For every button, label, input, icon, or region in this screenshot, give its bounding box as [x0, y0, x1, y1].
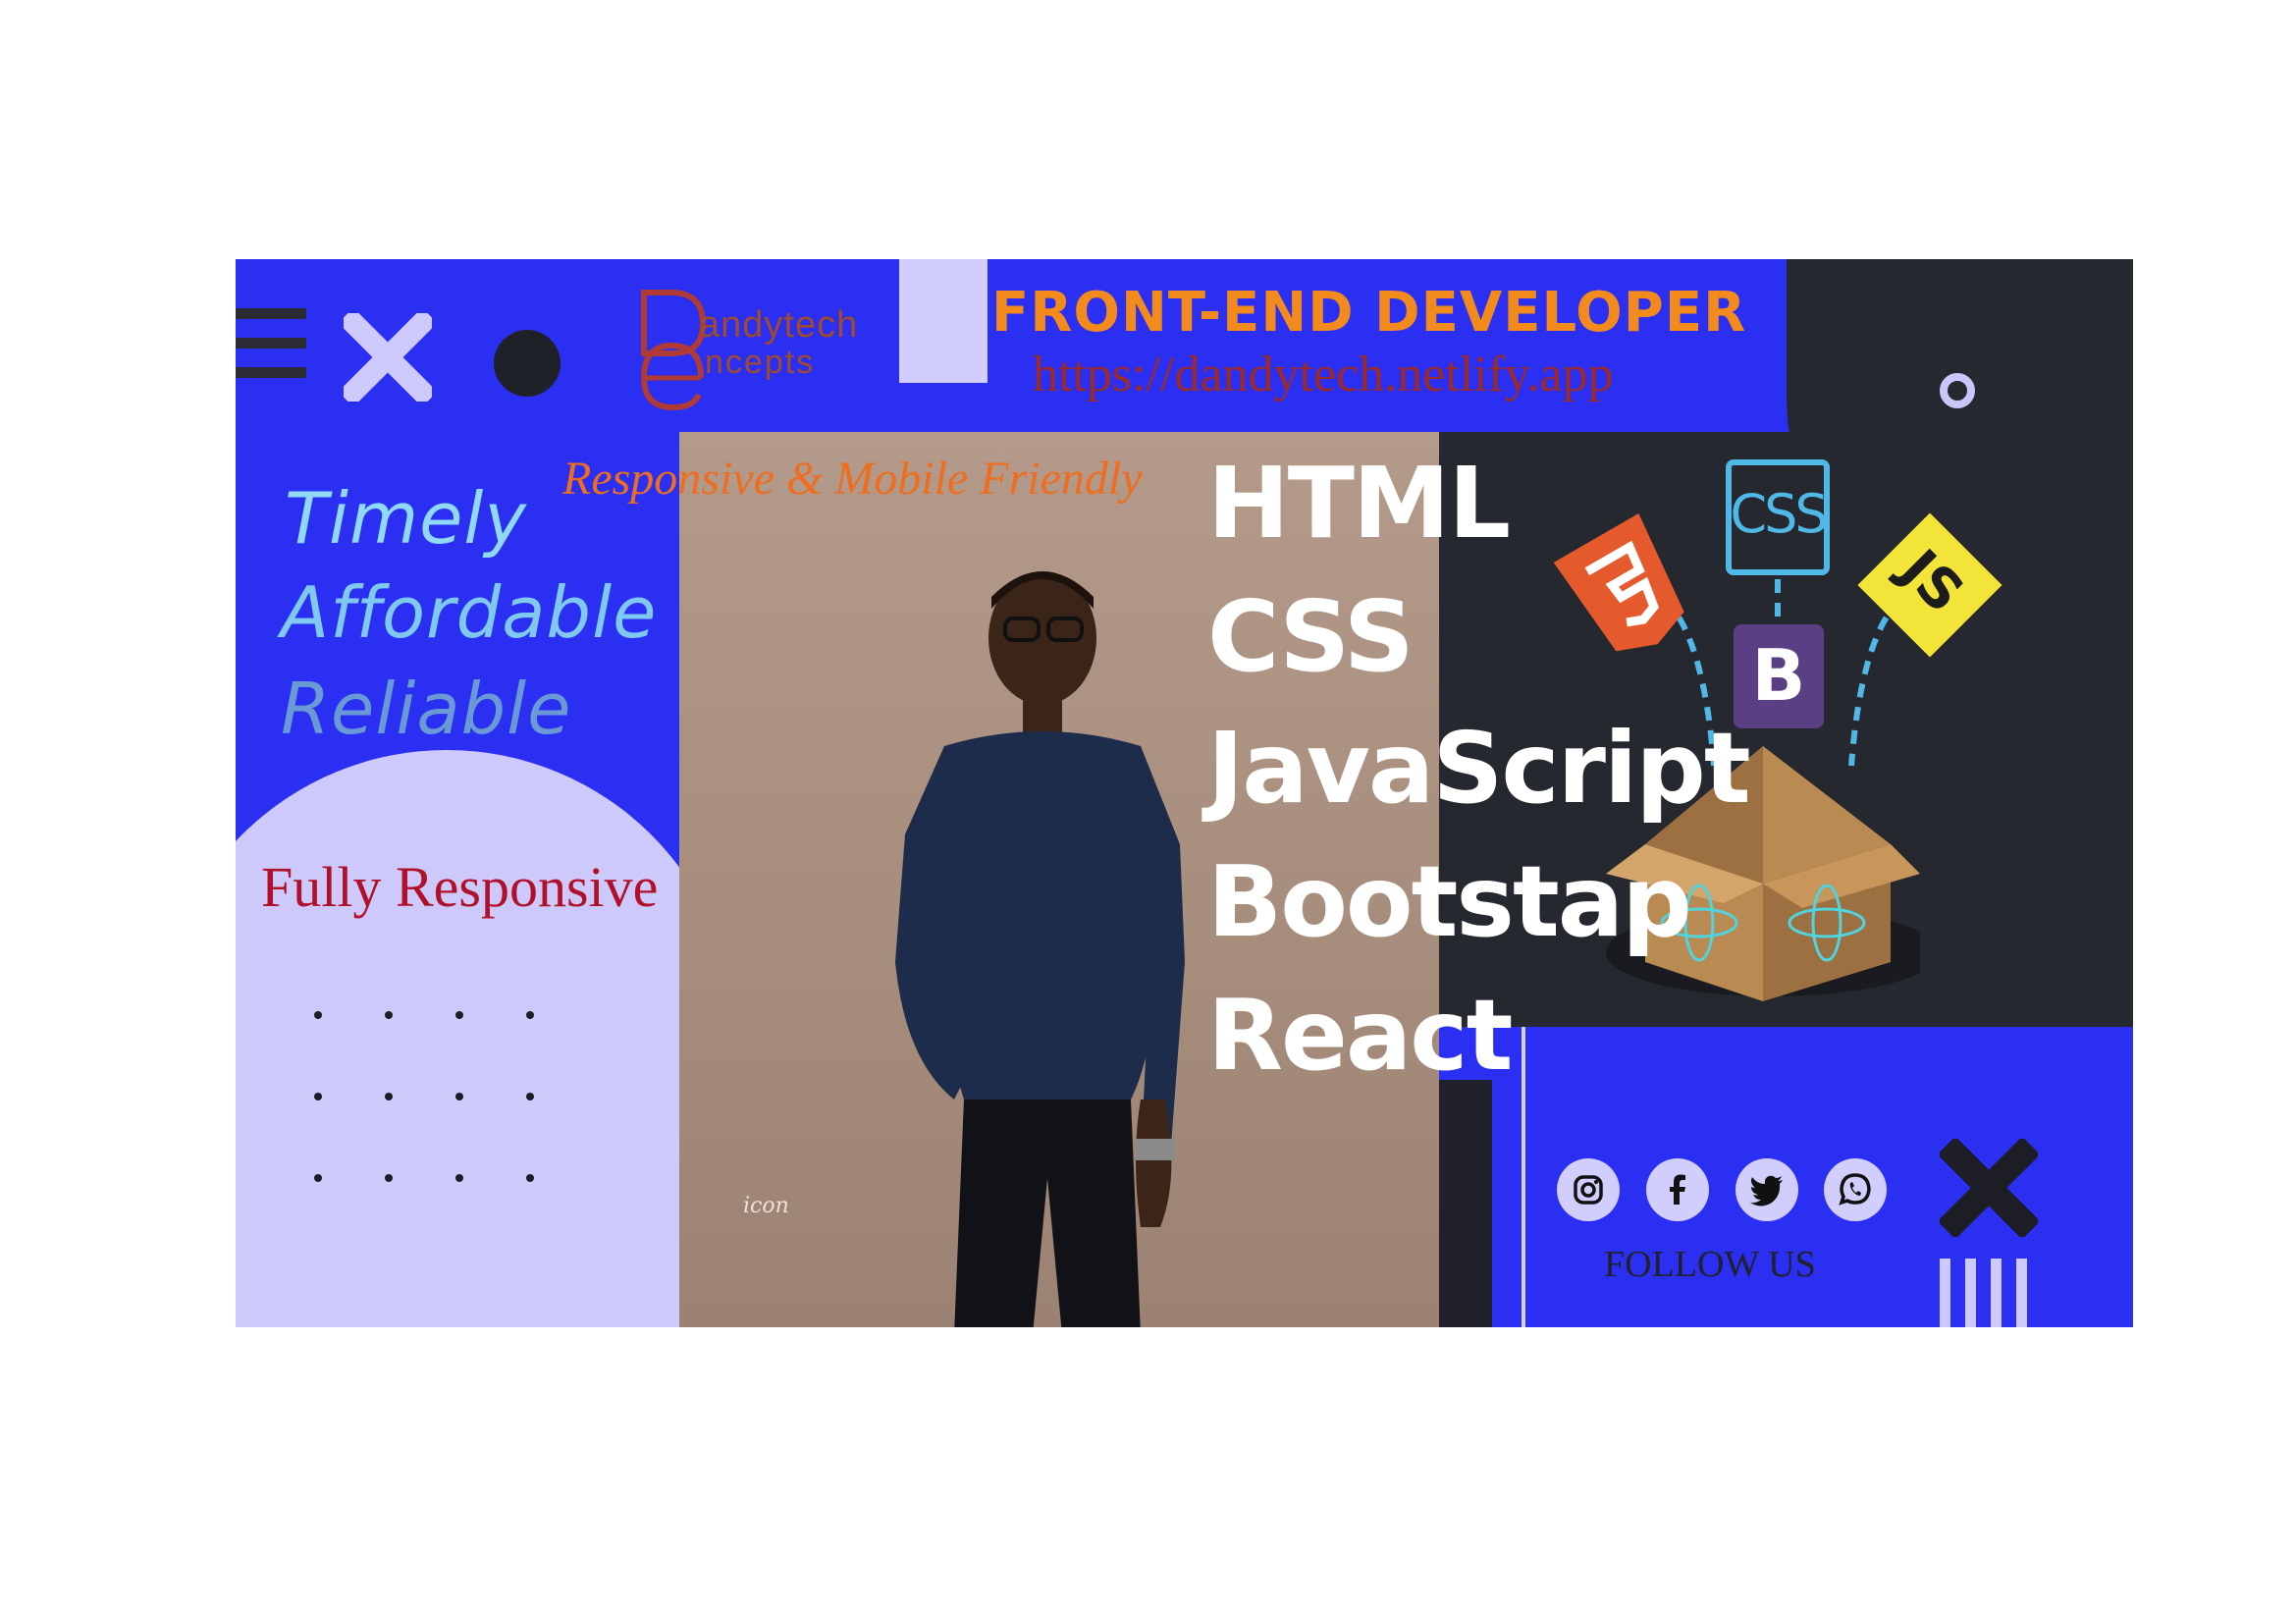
html5-icon	[1553, 513, 1684, 652]
person-silhouette-icon	[895, 571, 1185, 1327]
tech-bootstrap: Bootstap	[1207, 844, 1692, 959]
bootstrap-badge-label: B	[1751, 634, 1806, 717]
website-url[interactable]: https://dandytech.netlify.app	[1033, 346, 1614, 403]
whatsapp-icon[interactable]	[1824, 1158, 1887, 1221]
tech-html: HTML	[1207, 446, 1511, 561]
close-icon	[344, 313, 432, 402]
lavender-block-decoration	[899, 259, 988, 383]
vertical-divider	[1522, 1027, 1525, 1327]
dark-strip-decoration	[1439, 1080, 1492, 1327]
responsive-mobile-friendly: Responsive & Mobile Friendly	[562, 453, 1143, 505]
logo-text-line1: andytech	[699, 304, 859, 346]
logo-text-line2: ncepts	[705, 344, 816, 381]
fully-responsive-label: Fully Responsive	[261, 855, 659, 919]
close-icon	[1940, 1139, 2038, 1237]
css-badge-label: CSS	[1730, 483, 1828, 545]
tagline-affordable: Affordable	[281, 571, 658, 654]
photo-signature: icon	[743, 1194, 789, 1218]
dark-circle-decoration	[494, 330, 561, 397]
tech-react: React	[1207, 978, 1513, 1093]
tech-javascript: JavaScript	[1207, 711, 1751, 826]
facebook-icon[interactable]	[1646, 1158, 1709, 1221]
brand-logo: andytech ncepts	[632, 285, 857, 412]
tagline-reliable: Reliable	[281, 668, 572, 750]
tagline-timely: Timely	[285, 477, 528, 560]
ring-decoration	[1940, 373, 1975, 408]
follow-us-label: FOLLOW US	[1604, 1244, 1816, 1285]
twitter-icon[interactable]	[1735, 1158, 1798, 1221]
banner: andytech ncepts FRONT-END DEVELOPER http…	[236, 259, 2133, 1327]
headline: FRONT-END DEVELOPER	[991, 281, 1747, 345]
dot-grid-decoration	[314, 1011, 550, 1188]
tech-css: CSS	[1207, 579, 1415, 694]
hamburger-menu-icon[interactable]	[236, 308, 306, 378]
instagram-icon[interactable]	[1557, 1158, 1620, 1221]
